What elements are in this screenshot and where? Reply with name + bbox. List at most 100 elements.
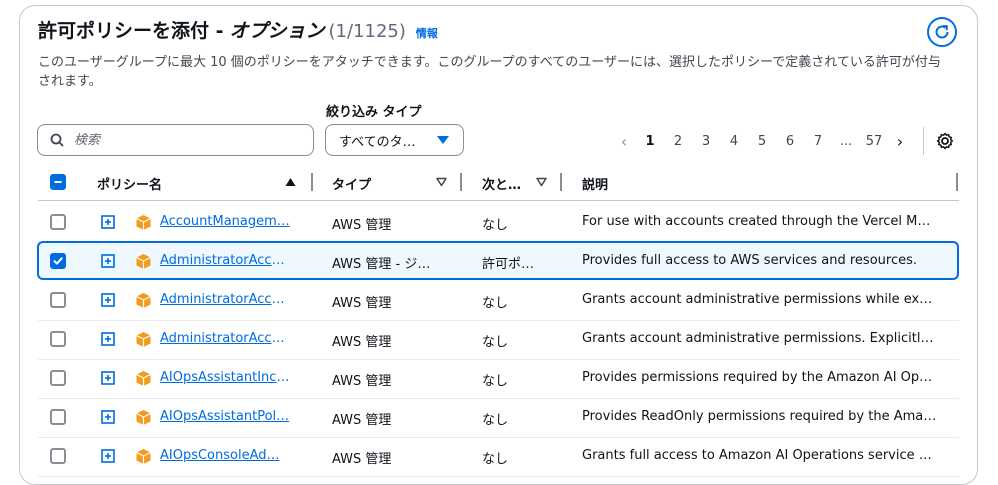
expand-icon[interactable] — [101, 371, 115, 385]
table-header: ポリシー名 タイプ 次と… 説明 — [38, 164, 959, 201]
type-filter-value: すべてのタ… — [339, 134, 416, 150]
column-divider[interactable] — [460, 173, 462, 191]
aws-managed-policy-icon — [136, 293, 151, 308]
policy-description: Provides permissions required by the Ama… — [582, 370, 937, 385]
select-all-checkbox[interactable] — [50, 174, 66, 190]
pagination: ‹ 1 2 3 4 5 6 7 ... 57 › — [612, 130, 912, 152]
policy-type: AWS 管理 — [332, 452, 392, 467]
panel-title-optional: オプション — [229, 20, 325, 42]
panel-title: 許可ポリシーを添付 - — [38, 20, 224, 42]
table-row[interactable]: AccountManagem… AWS 管理 なし For use with acco… — [38, 203, 959, 243]
policy-description: Provides full access to AWS services and… — [582, 253, 917, 268]
policy-used-as: なし — [482, 218, 509, 233]
policy-type: AWS 管理 — [332, 413, 392, 428]
preferences-button[interactable] — [934, 130, 956, 152]
policy-type: AWS 管理 — [332, 335, 392, 350]
policy-description: Grants full access to Amazon AI Operatio… — [582, 448, 937, 463]
sort-icon[interactable] — [536, 177, 547, 187]
panel-description: このユーザーグループに最大 10 個のポリシーをアタッチできます。このグループの… — [38, 55, 941, 89]
policy-type: AWS 管理 - ジ… — [332, 257, 431, 272]
minus-icon — [54, 181, 62, 183]
policy-used-as: なし — [482, 452, 509, 467]
page-6[interactable]: 6 — [776, 134, 804, 149]
expand-icon[interactable] — [101, 332, 115, 346]
policy-used-as: なし — [482, 413, 509, 428]
table-row[interactable]: AIOpsAssistantInci… AWS 管理 なし Provides perm… — [38, 359, 959, 399]
aws-managed-policy-icon — [136, 410, 151, 425]
sort-icon[interactable] — [436, 177, 447, 187]
row-checkbox[interactable] — [50, 292, 66, 308]
column-used-as[interactable]: 次と… — [482, 174, 521, 193]
row-checkbox[interactable] — [50, 253, 66, 269]
policy-type: AWS 管理 — [332, 296, 392, 311]
expand-icon[interactable] — [101, 293, 115, 307]
column-divider[interactable] — [311, 173, 313, 191]
search-icon — [50, 133, 64, 147]
table-row[interactable]: AIOpsAssistantPol… AWS 管理 なし Provides ReadO… — [38, 398, 959, 438]
next-page-button[interactable]: › — [888, 132, 912, 151]
page-1[interactable]: 1 — [636, 134, 664, 149]
checkmark-icon — [53, 257, 63, 265]
policy-description: Provides ReadOnly permissions required b… — [582, 409, 937, 424]
policy-used-as: 許可ポ… — [482, 257, 535, 272]
policy-type: AWS 管理 — [332, 374, 392, 389]
search-field[interactable] — [37, 124, 314, 156]
page-4[interactable]: 4 — [720, 134, 748, 149]
search-input[interactable] — [72, 131, 306, 149]
row-checkbox[interactable] — [50, 409, 66, 425]
policy-type: AWS 管理 — [332, 218, 392, 233]
page-7[interactable]: 7 — [804, 134, 832, 149]
table-row[interactable]: AdministratorAcce… AWS 管理 なし Grants account… — [38, 281, 959, 321]
info-link[interactable]: 情報 — [416, 25, 438, 41]
expand-icon[interactable] — [101, 254, 115, 268]
expand-icon[interactable] — [101, 215, 115, 229]
sort-ascending-icon[interactable] — [285, 177, 296, 187]
row-checkbox[interactable] — [50, 214, 66, 230]
row-checkbox[interactable] — [50, 331, 66, 347]
filter-type-label: 絞り込み タイプ — [326, 105, 422, 120]
previous-page-button[interactable]: ‹ — [612, 132, 636, 151]
page-5[interactable]: 5 — [748, 134, 776, 149]
row-checkbox[interactable] — [50, 370, 66, 386]
page-57[interactable]: 57 — [860, 134, 888, 149]
policy-name-link[interactable]: AccountManagem… — [160, 214, 292, 229]
aws-managed-policy-icon — [136, 371, 151, 386]
table-row[interactable]: AdministratorAcce… AWS 管理 なし Grants account… — [38, 320, 959, 360]
page-2[interactable]: 2 — [664, 134, 692, 149]
policy-name-link[interactable]: AdministratorAcce… — [160, 292, 292, 307]
expand-icon[interactable] — [101, 449, 115, 463]
policy-used-as: なし — [482, 335, 509, 350]
column-policy-name[interactable]: ポリシー名 — [97, 174, 162, 193]
column-type[interactable]: タイプ — [332, 174, 371, 193]
caret-down-icon — [437, 136, 449, 144]
aws-managed-policy-icon — [136, 332, 151, 347]
table-row[interactable]: AdministratorAccess AWS 管理 - ジ… 許可ポ… Provid… — [37, 241, 959, 280]
page-3[interactable]: 3 — [692, 134, 720, 149]
policy-description: Grants account administrative permission… — [582, 331, 937, 346]
aws-managed-policy-icon — [136, 254, 151, 269]
policy-name-link[interactable]: AIOpsAssistantPol… — [160, 409, 292, 424]
refresh-button[interactable] — [927, 17, 957, 47]
policy-name-link[interactable]: AdministratorAccess — [160, 253, 292, 268]
policy-name-link[interactable]: AdministratorAcce… — [160, 331, 292, 346]
policy-name-link[interactable]: AIOpsConsoleAd… — [160, 448, 292, 463]
policy-used-as: なし — [482, 296, 509, 311]
policy-description: Grants account administrative permission… — [582, 292, 937, 307]
row-checkbox[interactable] — [50, 448, 66, 464]
type-filter-select[interactable]: すべてのタ… — [325, 124, 464, 156]
page-ellipsis: ... — [839, 133, 853, 149]
selection-count: (1/1125) — [328, 21, 406, 42]
panel-header: 許可ポリシーを添付 - オプション (1/1125) 情報 — [38, 16, 438, 48]
refresh-icon — [935, 25, 949, 39]
column-divider[interactable] — [956, 173, 958, 191]
policy-used-as: なし — [482, 374, 509, 389]
pagination-divider — [923, 127, 924, 155]
aws-managed-policy-icon — [136, 449, 151, 464]
table-row[interactable]: AIOpsConsoleAd… AWS 管理 なし Grants full acces… — [38, 437, 959, 477]
policy-name-link[interactable]: AIOpsAssistantInci… — [160, 370, 292, 385]
policy-description: For use with accounts created through th… — [582, 214, 937, 229]
column-description[interactable]: 説明 — [582, 174, 608, 193]
column-divider[interactable] — [560, 173, 562, 191]
expand-icon[interactable] — [101, 410, 115, 424]
aws-managed-policy-icon — [136, 215, 151, 230]
